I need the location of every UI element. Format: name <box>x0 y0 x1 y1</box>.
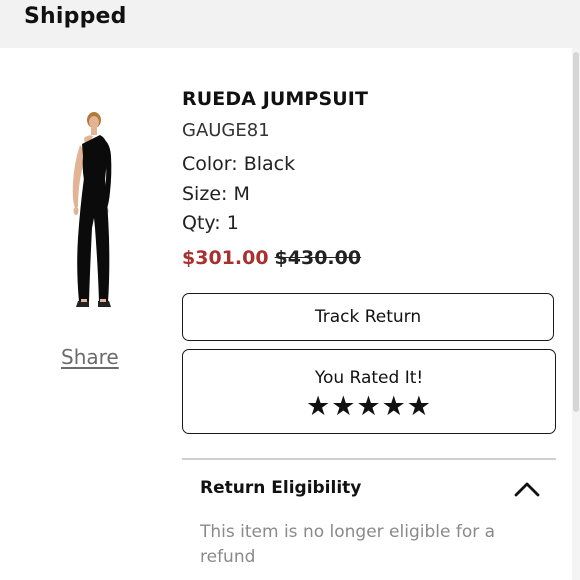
chevron-up-icon[interactable] <box>513 478 541 500</box>
original-price: $430.00 <box>274 247 362 269</box>
price-row: $301.00 $430.00 <box>182 247 361 269</box>
rating-label: You Rated It! <box>314 368 424 388</box>
divider <box>182 458 556 460</box>
status-header: Shipped <box>0 0 580 48</box>
share-link[interactable]: Share <box>61 345 119 369</box>
brand-name: GAUGE81 <box>182 120 270 141</box>
star-rating-icons: ★★★★★ <box>305 391 433 422</box>
product-image[interactable] <box>56 108 128 314</box>
sale-price: $301.00 <box>182 247 269 269</box>
scrollbar-thumb[interactable] <box>573 52 579 412</box>
rating-box[interactable]: You Rated It! ★★★★★ <box>182 349 556 434</box>
product-size: Size: M <box>182 183 250 205</box>
order-status-title: Shipped <box>24 4 127 29</box>
return-eligibility-title[interactable]: Return Eligibility <box>200 478 361 498</box>
product-quantity: Qty: 1 <box>182 212 239 234</box>
product-name: RUEDA JUMPSUIT <box>182 88 369 110</box>
track-return-button[interactable]: Track Return <box>182 293 554 341</box>
product-color: Color: Black <box>182 153 296 175</box>
return-eligibility-message: This item is no longer eligible for a re… <box>200 522 496 567</box>
